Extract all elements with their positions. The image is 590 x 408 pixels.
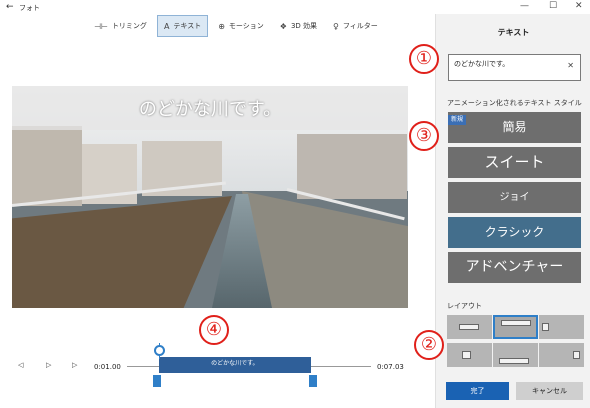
title-bar: ← フォト — ☐ ✕ bbox=[0, 0, 590, 14]
annotation-1: ① bbox=[409, 44, 439, 74]
layout-label: レイアウト bbox=[447, 302, 482, 310]
back-arrow-icon[interactable]: ← bbox=[6, 2, 14, 12]
preview-caption: のどかな川です。 bbox=[138, 99, 282, 120]
text-icon: A bbox=[163, 21, 170, 31]
timeline-end-time: 0:07.03 bbox=[377, 363, 404, 371]
minimize-button[interactable]: — bbox=[520, 1, 529, 11]
text-clip-range[interactable]: のどかな川です。 bbox=[158, 357, 311, 373]
layout-option[interactable] bbox=[539, 315, 584, 339]
layout-bar bbox=[499, 358, 529, 364]
playhead-knob[interactable] bbox=[154, 345, 165, 356]
text-panel: テキスト のどかな川です。 ✕ アニメーション化されるテキスト スタイル 簡易 … bbox=[435, 14, 590, 408]
motion-icon: ⊕ bbox=[218, 21, 225, 31]
layout-bar bbox=[542, 323, 549, 331]
tab-3d-effects[interactable]: ❖ 3D 効果 bbox=[274, 15, 323, 37]
tab-3d-effects-label: 3D 効果 bbox=[290, 22, 318, 30]
layout-option-selected[interactable] bbox=[493, 315, 538, 339]
building bbox=[297, 134, 407, 199]
timeline-start-time: 0:01.00 bbox=[94, 363, 121, 371]
close-window-button[interactable]: ✕ bbox=[575, 1, 583, 11]
layout-option[interactable] bbox=[447, 315, 492, 339]
annotation-4: ④ bbox=[199, 315, 229, 345]
annotation-3: ③ bbox=[409, 121, 439, 151]
text-end-handle[interactable] bbox=[308, 375, 317, 387]
tab-filter[interactable]: ♀ フィルター bbox=[327, 15, 384, 37]
tab-trim-label: トリミング bbox=[111, 22, 147, 30]
layout-option[interactable] bbox=[539, 343, 584, 367]
maximize-button[interactable]: ☐ bbox=[549, 1, 557, 11]
filter-icon: ♀ bbox=[333, 21, 339, 31]
video-preview: のどかな川です。 bbox=[12, 86, 408, 308]
style-simple-button[interactable]: 簡易 bbox=[448, 112, 581, 143]
layout-bar bbox=[459, 324, 479, 330]
clear-text-icon[interactable]: ✕ bbox=[567, 61, 574, 70]
caption-text-value: のどかな川です。 bbox=[454, 60, 510, 68]
building bbox=[12, 126, 82, 206]
left-riverbank bbox=[12, 196, 232, 308]
new-badge: 新規 bbox=[448, 115, 466, 125]
panel-title: テキスト bbox=[497, 28, 530, 37]
style-sweet-button[interactable]: スイート bbox=[448, 147, 581, 178]
layout-option[interactable] bbox=[447, 343, 492, 367]
layout-bar bbox=[462, 351, 471, 359]
style-joy-button[interactable]: ジョイ bbox=[448, 182, 581, 213]
previous-frame-button[interactable]: ◁ bbox=[18, 361, 23, 369]
style-classic-button[interactable]: クラシック bbox=[448, 217, 581, 248]
annotation-2: ② bbox=[414, 330, 444, 360]
tab-trim[interactable]: ⊣⊢ トリミング bbox=[88, 15, 153, 37]
style-adventure-button[interactable]: アドベンチャー bbox=[448, 252, 581, 283]
play-button[interactable]: ▷ bbox=[46, 361, 51, 369]
tab-motion[interactable]: ⊕ モーション bbox=[212, 15, 270, 37]
cancel-button[interactable]: キャンセル bbox=[516, 382, 583, 400]
layout-bar bbox=[573, 351, 580, 359]
text-styles-label: アニメーション化されるテキスト スタイル bbox=[447, 99, 582, 107]
layout-option[interactable] bbox=[493, 343, 538, 367]
caption-text-input[interactable]: のどかな川です。 ✕ bbox=[448, 54, 581, 81]
app-title: フォト bbox=[19, 4, 40, 12]
tab-text-label: テキスト bbox=[173, 22, 202, 30]
text-start-handle[interactable] bbox=[152, 375, 161, 387]
trim-icon: ⊣⊢ bbox=[94, 21, 108, 31]
next-frame-button[interactable]: ▷ bbox=[72, 361, 77, 369]
done-button[interactable]: 完了 bbox=[446, 382, 509, 400]
tab-text[interactable]: A テキスト bbox=[156, 15, 209, 37]
edit-toolbar: ⊣⊢ トリミング A テキスト ⊕ モーション ❖ 3D 効果 ♀ フィルター bbox=[88, 15, 384, 39]
layout-bar bbox=[501, 320, 531, 326]
tab-motion-label: モーション bbox=[228, 22, 264, 30]
tab-filter-label: フィルター bbox=[342, 22, 378, 30]
3d-effects-icon: ❖ bbox=[279, 21, 287, 31]
